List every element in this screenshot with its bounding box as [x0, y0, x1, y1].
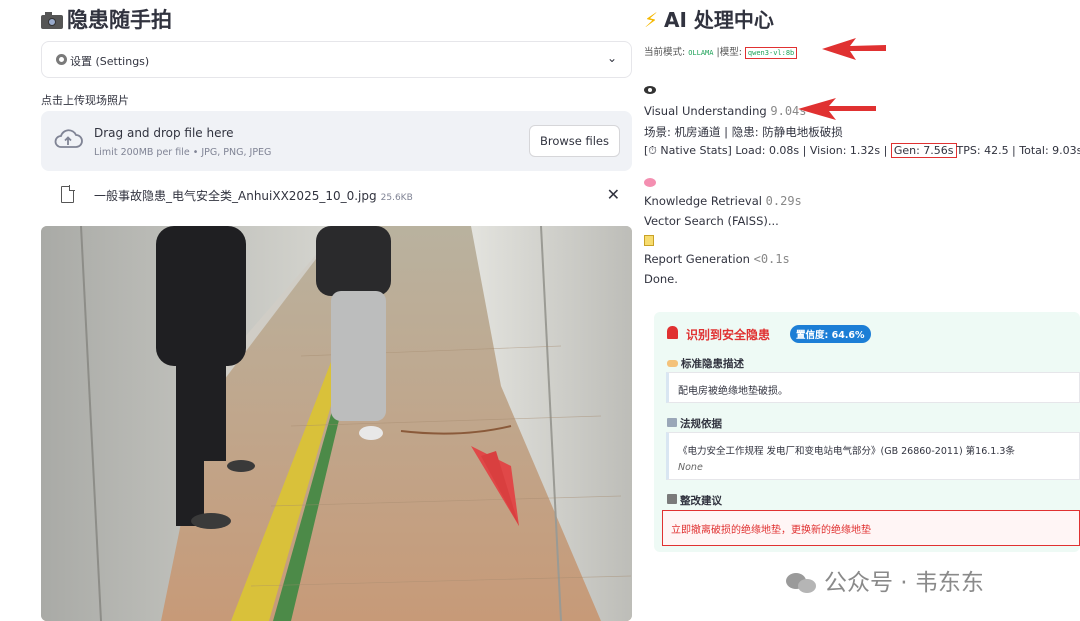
remove-file-icon[interactable]: ✕: [607, 185, 620, 204]
wechat-icon: [786, 571, 818, 593]
brain-icon: [644, 176, 656, 190]
fix-heading: 整改建议: [667, 493, 722, 508]
memo-icon: [644, 235, 654, 249]
mode-value: OLLAMA: [688, 49, 714, 57]
watermark-text: 公众号 · 韦东东: [824, 570, 984, 596]
fix-text: 立即撤离破损的绝缘地垫，更换新的绝缘地垫: [671, 525, 871, 536]
native-stats-line: [⏱ Native Stats] Load: 0.08s | Vision: 1…: [644, 143, 1080, 158]
law-heading-text: 法规依据: [680, 418, 722, 430]
settings-label: 设置 (Settings): [70, 55, 150, 68]
scene-line: 场景: 机房通道 | 隐患: 防静电地板破损: [644, 125, 843, 139]
law-box: 《电力安全工作规程 发电厂和变电站电气部分》(GB 26860-2011) 第1…: [666, 432, 1080, 480]
page-title-text: 隐患随手拍: [67, 8, 172, 32]
bandage-icon: [667, 360, 678, 367]
dropzone-subtitle: Limit 200MB per file • JPG, PNG, JPEG: [94, 147, 272, 158]
desc-heading-text: 标准隐患描述: [681, 358, 744, 370]
ai-panel-title-text: AI 处理中心: [664, 8, 774, 32]
confidence-badge: 置信度: 64.6%: [790, 325, 871, 343]
watermark: 公众号 · 韦东东: [786, 563, 984, 597]
knowledge-time: 0.29s: [765, 194, 802, 208]
dropzone-title: Drag and drop file here: [94, 126, 234, 140]
file-size: 25.6KB: [380, 193, 413, 203]
stats-suffix: TPS: 42.5 | Total: 9.03s: [956, 144, 1080, 157]
uploaded-photo: [41, 226, 632, 621]
cloud-upload-icon: [54, 129, 83, 148]
mode-line: 当前模式: OLLAMA |模型: qwen3-vl:8b: [644, 44, 800, 59]
page-title: 隐患随手拍: [41, 4, 172, 34]
fix-box: 立即撤离破损的绝缘地垫，更换新的绝缘地垫: [662, 510, 1080, 546]
lightning-icon: ⚡: [644, 8, 659, 32]
chevron-down-icon: ⌄: [606, 51, 617, 65]
visual-understanding-line: Visual Understanding 9.04s: [644, 104, 807, 118]
browse-files-button[interactable]: Browse files: [528, 125, 620, 157]
tools-icon: [667, 494, 677, 504]
file-name-wrapper: 一般事故隐患_电气安全类_AnhuiXX2025_10_0.jpg 25.6KB: [94, 187, 413, 204]
file-name: 一般事故隐患_电气安全类_AnhuiXX2025_10_0.jpg: [94, 189, 377, 203]
uploaded-file-row: 一般事故隐患_电气安全类_AnhuiXX2025_10_0.jpg 25.6KB …: [41, 180, 632, 212]
knowledge-retrieval-line: Knowledge Retrieval 0.29s: [644, 194, 802, 208]
stats-prefix: [⏱ Native Stats] Load: 0.08s | Vision: 1…: [644, 144, 888, 157]
done-line: Done.: [644, 272, 678, 286]
file-icon: [61, 185, 75, 203]
settings-expander[interactable]: 设置 (Settings) ⌄: [41, 41, 632, 78]
upload-column: 隐患随手拍 设置 (Settings) ⌄ 点击上传现场照片 Drag and …: [41, 0, 632, 621]
report-time: <0.1s: [753, 252, 790, 266]
eye-icon: [644, 84, 656, 97]
knowledge-label: Knowledge Retrieval: [644, 194, 762, 208]
desc-text: 配电房被绝缘地垫破损。: [678, 386, 788, 397]
ai-column: ⚡ AI 处理中心 当前模式: OLLAMA |模型: qwen3-vl:8b Visu…: [644, 0, 1080, 621]
alert-title: 识别到安全隐患: [686, 328, 771, 342]
report-generation-line: Report Generation <0.1s: [644, 252, 790, 266]
camera-icon: [41, 11, 63, 29]
law-note: None: [678, 462, 703, 473]
law-heading: 法规依据: [667, 416, 722, 431]
stats-gen: Gen: 7.56s: [890, 143, 957, 158]
result-card: 识别到安全隐患 置信度: 64.6% 标准隐患描述 配电房被绝缘地垫破损。 法规…: [654, 312, 1080, 552]
scale-icon: [667, 418, 677, 427]
model-prefix: |模型:: [716, 47, 742, 58]
mode-prefix: 当前模式:: [644, 47, 686, 58]
law-text: 《电力安全工作规程 发电厂和变电站电气部分》(GB 26860-2011) 第1…: [678, 446, 1015, 457]
visual-label: Visual Understanding: [644, 104, 767, 118]
report-label: Report Generation: [644, 252, 750, 266]
upload-label: 点击上传现场照片: [41, 94, 129, 107]
fix-heading-text: 整改建议: [680, 495, 722, 507]
gear-icon: [56, 54, 67, 65]
model-value: qwen3-vl:8b: [744, 47, 798, 59]
alarm-icon: [667, 326, 678, 339]
annotation-arrow-model: [822, 38, 886, 60]
ai-panel-title: ⚡ AI 处理中心: [644, 4, 774, 33]
desc-heading: 标准隐患描述: [667, 356, 744, 371]
file-dropzone[interactable]: Drag and drop file here Limit 200MB per …: [41, 111, 632, 171]
vector-search-line: Vector Search (FAISS)...: [644, 214, 779, 228]
desc-box: 配电房被绝缘地垫破损。: [666, 372, 1080, 403]
annotation-arrow-visual: [798, 98, 876, 120]
